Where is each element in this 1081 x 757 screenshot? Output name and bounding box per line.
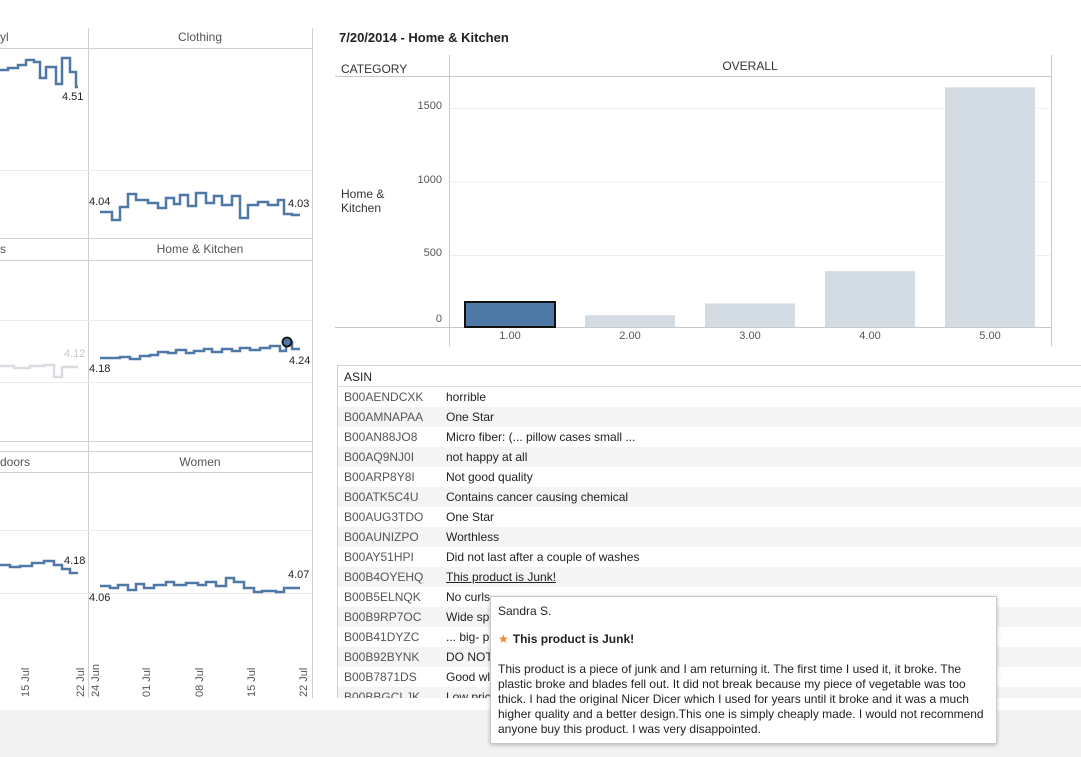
x-tick: 15 Jul — [20, 667, 32, 697]
star-icon: ★ — [498, 632, 509, 646]
y-tick: 500 — [423, 247, 442, 259]
bar-x-label: 2.00 — [619, 330, 641, 342]
table-row[interactable]: B00AY51HPI Did not last after a couple of… — [338, 547, 1081, 567]
asin-cell: B00AQ9NJ0I — [344, 450, 415, 464]
bar-chart — [450, 87, 1050, 328]
value-label-mid-left-end: 4.12 — [64, 348, 86, 360]
asin-cell: B00AY51HPI — [344, 550, 414, 564]
sparkline-women — [100, 576, 300, 594]
table-row[interactable]: B00AUG3TDO One Star — [338, 507, 1081, 527]
review-title: ★ This product is Junk! — [498, 632, 634, 646]
reviewer-name: Sandra S. — [498, 604, 552, 618]
x-tick: 22 Jul — [298, 667, 310, 697]
summary-cell: One Star — [446, 510, 495, 524]
x-tick: 22 Jul — [75, 667, 87, 697]
value-label-clothing-start: 4.04 — [89, 196, 111, 208]
summary-cell: Good wl — [446, 670, 491, 684]
table-row[interactable]: B00AN88JO8 Micro fiber: (... pillow cases… — [338, 427, 1081, 447]
asin-cell: B00B92BYNK — [344, 650, 420, 664]
asin-cell: B00BBGCLJK — [344, 690, 421, 698]
asin-cell: B00B7871DS — [344, 670, 417, 684]
table-row[interactable]: B00AQ9NJ0I not happy at all — [338, 447, 1081, 467]
value-label-women-end: 4.07 — [288, 569, 310, 581]
table-row[interactable]: B00ATK5C4U Contains cancer causing chemic… — [338, 487, 1081, 507]
review-tooltip: Sandra S. ★ This product is Junk! This pr… — [490, 596, 997, 744]
summary-cell: not happy at all — [446, 450, 528, 464]
summary-cell: Low pric — [446, 690, 491, 698]
sparkline-lines — [0, 56, 300, 594]
asin-cell: B00ATK5C4U — [344, 490, 419, 504]
sparkline-top-left — [0, 56, 78, 89]
summary-cell: No curls — [446, 590, 491, 604]
table-row[interactable]: B00ARP8Y8I Not good quality — [338, 467, 1081, 487]
bar-rating-4.00[interactable] — [825, 271, 915, 327]
bar-rating-2.00[interactable] — [585, 315, 675, 327]
value-label-home-kitchen-end: 4.24 — [289, 355, 311, 367]
asin-cell: B00B41DYZC — [344, 630, 420, 644]
value-label-top-left-end: 4.51 — [62, 91, 84, 103]
y-tick: 1000 — [417, 174, 442, 186]
value-label-women-start: 4.06 — [89, 592, 111, 604]
summary-cell: This product is Junk! — [446, 570, 557, 584]
bar-x-label: 4.00 — [859, 330, 881, 342]
summary-cell: One Star — [446, 410, 495, 424]
review-text: This product is a piece of junk and I am… — [498, 662, 984, 736]
summary-cell: ... big- p — [446, 630, 490, 644]
summary-cell: Not good quality — [446, 470, 533, 484]
y-tick: 1500 — [417, 100, 442, 112]
category-header: CATEGORY — [341, 62, 408, 76]
asin-cell: B00ARP8Y8I — [344, 470, 415, 484]
bar-x-label: 3.00 — [739, 330, 761, 342]
table-row[interactable]: B00AENDCXK horrible — [338, 387, 1081, 407]
value-label-bottom-left-end: 4.18 — [64, 555, 86, 567]
y-tick: 0 — [435, 313, 442, 325]
bar-x-label: 1.00 — [499, 330, 521, 342]
asin-cell: B00AN88JO8 — [344, 430, 418, 444]
highlighted-point — [281, 336, 293, 348]
x-tick: 01 Jul — [141, 667, 153, 697]
overall-header: OVERALL — [722, 59, 778, 73]
bar-rating-5.00[interactable] — [945, 87, 1035, 327]
chart-title: 7/20/2014 - Home & Kitchen — [339, 30, 509, 45]
bar-x-label: 5.00 — [979, 330, 1001, 342]
asin-cell: B00B5ELNQK — [344, 590, 421, 604]
value-label-home-kitchen-start: 4.18 — [89, 363, 111, 375]
asin-cell: B00B9RP7OC — [344, 610, 422, 624]
asin-cell: B00AENDCXK — [344, 390, 424, 404]
x-tick: 15 Jul — [246, 667, 258, 697]
review-title-text: This product is Junk! — [512, 632, 635, 646]
table-row[interactable]: B00AUNIZPO Worthless — [338, 527, 1081, 547]
chart-frame — [1051, 55, 1052, 346]
sparkline-clothing — [100, 191, 300, 222]
asin-cell: B00AUNIZPO — [344, 530, 419, 544]
row-label-home-kitchen[interactable]: Home & Kitchen — [341, 187, 401, 215]
sparkline-home-kitchen — [100, 340, 300, 361]
summary-cell: Wide sp — [446, 610, 490, 624]
value-label-clothing-end: 4.03 — [288, 198, 310, 210]
summary-cell: Micro fiber: (... pillow cases small ... — [446, 430, 636, 444]
summary-cell: Contains cancer causing chemical — [446, 490, 629, 504]
bar-rating-3.00[interactable] — [705, 303, 795, 327]
x-tick: 24 Jun — [90, 663, 102, 697]
x-tick: 08 Jul — [194, 667, 206, 697]
table-row[interactable]: B00B4OYEHQ This product is Junk! — [338, 567, 1081, 587]
asin-cell: B00B4OYEHQ — [344, 570, 424, 584]
table-row[interactable]: B00AMNAPAA One Star — [338, 407, 1081, 427]
sparkline-mid-left — [0, 363, 78, 379]
asin-cell: B00AMNAPAA — [344, 410, 424, 424]
summary-cell: DO NOT — [446, 650, 493, 664]
summary-cell: horrible — [446, 390, 487, 404]
bar-rating-1.00[interactable] — [464, 301, 556, 328]
summary-cell: Did not last after a couple of washes — [446, 550, 640, 564]
table-header-asin[interactable]: ASIN — [338, 366, 1081, 387]
summary-cell: Worthless — [446, 530, 500, 544]
asin-cell: B00AUG3TDO — [344, 510, 424, 524]
